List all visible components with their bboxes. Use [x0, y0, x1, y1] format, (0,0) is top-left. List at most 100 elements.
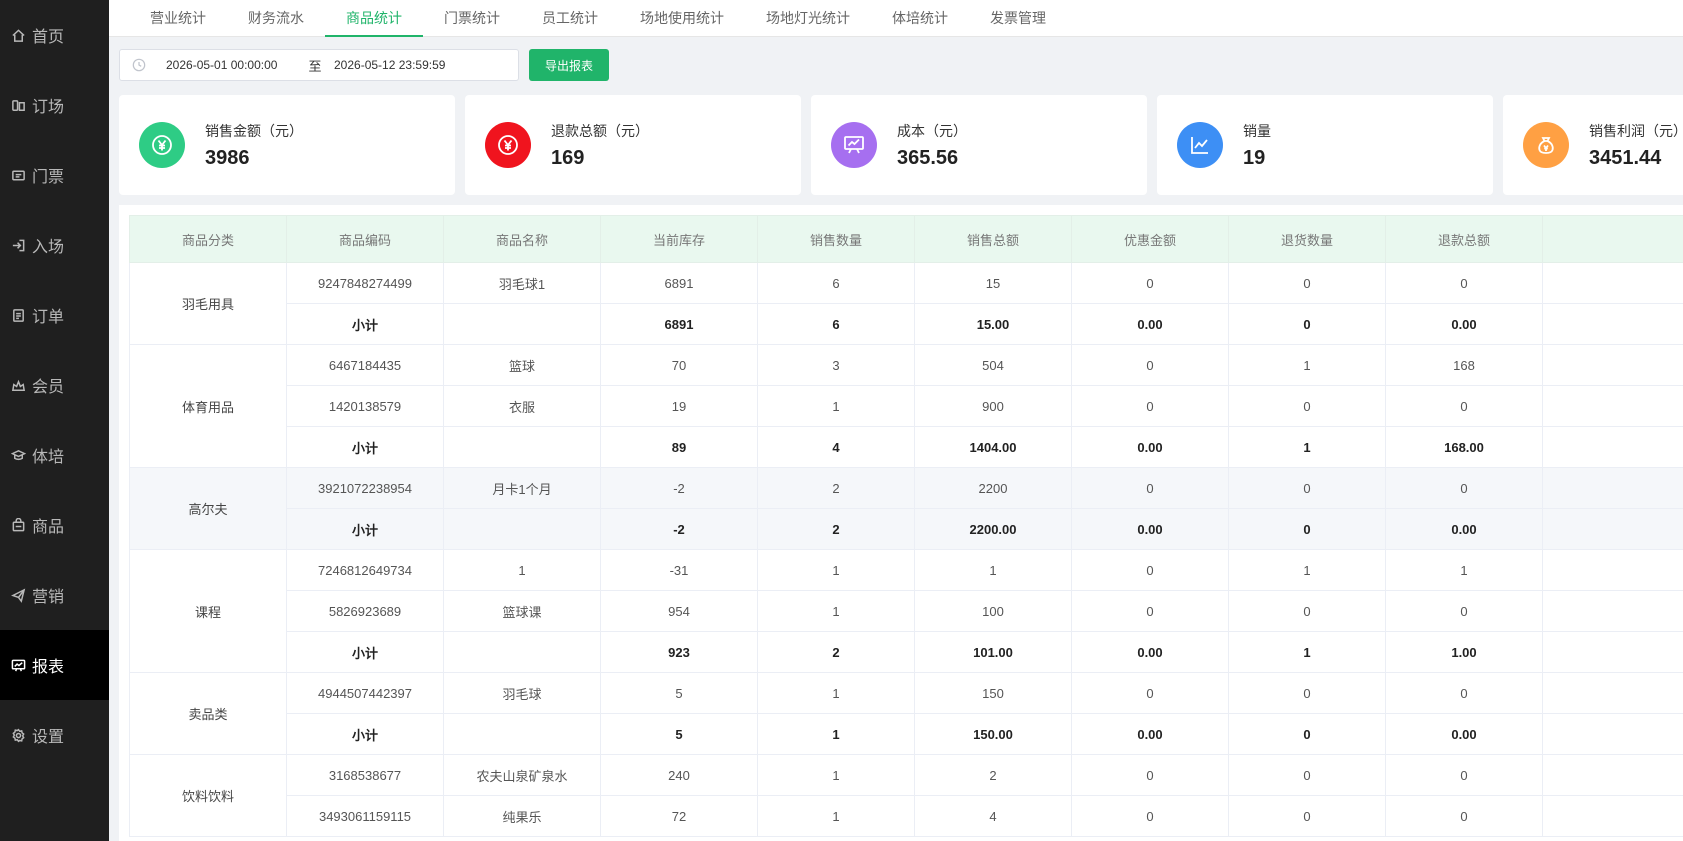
start-date-input[interactable]: 2026-05-01 00:00:00	[166, 58, 296, 72]
table-cell: 9247848274499	[286, 262, 444, 304]
table-cell: 0	[1228, 754, 1386, 796]
card-label: 销售金额（元）	[205, 122, 303, 139]
tab-7[interactable]: 体培统计	[871, 0, 969, 36]
category-cell: 饮料饮料	[129, 754, 287, 837]
table-cell: 农夫山泉矿泉水	[443, 754, 601, 796]
category-cell: 课程	[129, 549, 287, 673]
table-cell: 0	[1071, 672, 1229, 714]
subtotal-cell: 0.00	[1385, 713, 1543, 755]
table-cell: 篮球课	[443, 590, 601, 632]
column-header[interactable]: 优惠金额	[1071, 215, 1229, 263]
table-row: 5826923689 篮球课 954 1 100 0 0 0	[130, 590, 1683, 632]
column-header[interactable]: 退款总额	[1385, 215, 1543, 263]
column-header[interactable]: 销售数量	[757, 215, 915, 263]
table-cell	[1542, 385, 1683, 427]
subtotal-cell: 168.00	[1385, 426, 1543, 468]
table-cell: 2	[757, 467, 915, 509]
category-cell: 羽毛用具	[129, 262, 287, 345]
table-cell: 7246812649734	[286, 549, 444, 591]
tab-4[interactable]: 员工统计	[521, 0, 619, 36]
table-cell: 羽毛球1	[443, 262, 601, 304]
card-value: 19	[1243, 146, 1266, 169]
subtotal-cell: 150.00	[914, 713, 1072, 755]
table-cell: 1	[443, 549, 601, 591]
card-label: 销量	[1243, 122, 1271, 139]
summary-card: 销售利润（元） 3451.44	[1503, 95, 1683, 195]
tab-5[interactable]: 场地使用统计	[619, 0, 745, 36]
table-row: 课程 7246812649734 1 -31 1 1 0 1 1	[129, 549, 1683, 673]
subtotal-cell: 2	[757, 631, 915, 673]
subtotal-cell: 101.00	[914, 631, 1072, 673]
table-cell: 0	[1071, 754, 1229, 796]
report-tabs: 营业统计 财务流水 商品统计 门票统计 员工统计 场地使用统计 场地灯光统计 体培统计 发票管理	[109, 0, 1683, 37]
column-header[interactable]: 商品分类	[129, 215, 287, 263]
column-header[interactable]: 商品名称	[443, 215, 601, 263]
summary-cards: 销售金额（元） 3986 退款总额（元） 169 成本（元） 365.56 销量 19 销售利润…	[109, 95, 1683, 195]
table-cell: 6891	[600, 262, 758, 304]
table-cell	[1542, 795, 1683, 837]
table-cell: 6467184435	[286, 344, 444, 386]
sidebar-item-report[interactable]: 报表	[0, 630, 109, 700]
table-cell: 5	[600, 672, 758, 714]
table-cell: 3168538677	[286, 754, 444, 796]
table-cell	[1542, 672, 1683, 714]
table-cell	[1542, 426, 1683, 468]
column-header[interactable]: 销售总额	[914, 215, 1072, 263]
card-value: 365.56	[897, 146, 959, 169]
tab-0[interactable]: 营业统计	[129, 0, 227, 36]
sidebar-item-marketing[interactable]: 营销	[0, 560, 109, 630]
tab-2[interactable]: 商品统计	[325, 0, 423, 37]
table-cell: 0	[1071, 344, 1229, 386]
column-header[interactable]: 当前库存	[600, 215, 758, 263]
table-cell: 100	[914, 590, 1072, 632]
sidebar-item-training[interactable]: 体培	[0, 420, 109, 490]
card-value: 3451.44	[1589, 146, 1662, 169]
category-cell: 体育用品	[129, 344, 287, 468]
sidebar-item-member[interactable]: 会员	[0, 350, 109, 420]
settings-icon	[10, 727, 26, 743]
table-row: 羽毛用具 9247848274499 羽毛球1 6891 6 15 0 0 0	[129, 262, 1683, 345]
table-cell: 0	[1385, 590, 1543, 632]
table-cell: 3493061159115	[286, 795, 444, 837]
sidebar-item-booking[interactable]: 订场	[0, 70, 109, 140]
subtotal-row: 小计 -2 2 2200.00 0.00 0 0.00	[130, 508, 1683, 550]
sidebar-item-label: 营销	[32, 589, 65, 606]
sidebar-item-goods[interactable]: 商品	[0, 490, 109, 560]
tab-1[interactable]: 财务流水	[227, 0, 325, 36]
column-header[interactable]: 退货数量	[1228, 215, 1386, 263]
sidebar-item-settings[interactable]: 设置	[0, 700, 109, 770]
table-cell	[1542, 508, 1683, 550]
sidebar-item-entry[interactable]: 入场	[0, 210, 109, 280]
marketing-icon	[10, 587, 26, 603]
sidebar-item-order[interactable]: 订单	[0, 280, 109, 350]
table-cell: 954	[600, 590, 758, 632]
column-header[interactable]	[1542, 215, 1683, 263]
tab-6[interactable]: 场地灯光统计	[745, 0, 871, 36]
sidebar-item-label: 订场	[32, 99, 65, 116]
card-value: 3986	[205, 146, 250, 169]
subtotal-cell: 2	[757, 508, 915, 550]
subtotal-cell: 0	[1228, 303, 1386, 345]
tab-3[interactable]: 门票统计	[423, 0, 521, 36]
table-cell: 2200	[914, 467, 1072, 509]
table-cell: 5826923689	[286, 590, 444, 632]
goods-stats-table: 商品分类 商品编码 商品名称 当前库存 销售数量 销售总额 优惠金额 退货数量 退款总额 羽毛用…	[129, 215, 1683, 837]
end-date-input[interactable]: 2026-05-12 23:59:59	[334, 58, 464, 72]
order-icon	[10, 307, 26, 323]
main-content: 营业统计 财务流水 商品统计 门票统计 员工统计 场地使用统计 场地灯光统计 体培统计 发票管理…	[109, 0, 1683, 841]
sidebar-item-ticket[interactable]: 门票	[0, 140, 109, 210]
table-cell	[1542, 549, 1683, 591]
table-cell: 3921072238954	[286, 467, 444, 509]
table-row: 饮料饮料 3168538677 农夫山泉矿泉水 240 1 2 0 0 0	[129, 754, 1683, 837]
sidebar-item-home[interactable]: 首页	[0, 0, 109, 70]
subtotal-cell: 89	[600, 426, 758, 468]
table-cell: 0	[1228, 795, 1386, 837]
date-range-picker[interactable]: 2026-05-01 00:00:00 至 2026-05-12 23:59:5…	[119, 49, 519, 81]
table-cell	[1542, 631, 1683, 673]
subtotal-cell: 1	[1228, 631, 1386, 673]
export-report-button[interactable]: 导出报表	[529, 49, 609, 81]
column-header[interactable]: 商品编码	[286, 215, 444, 263]
category-cell: 卖品类	[129, 672, 287, 755]
tab-8[interactable]: 发票管理	[969, 0, 1067, 36]
subtotal-cell	[443, 426, 601, 468]
